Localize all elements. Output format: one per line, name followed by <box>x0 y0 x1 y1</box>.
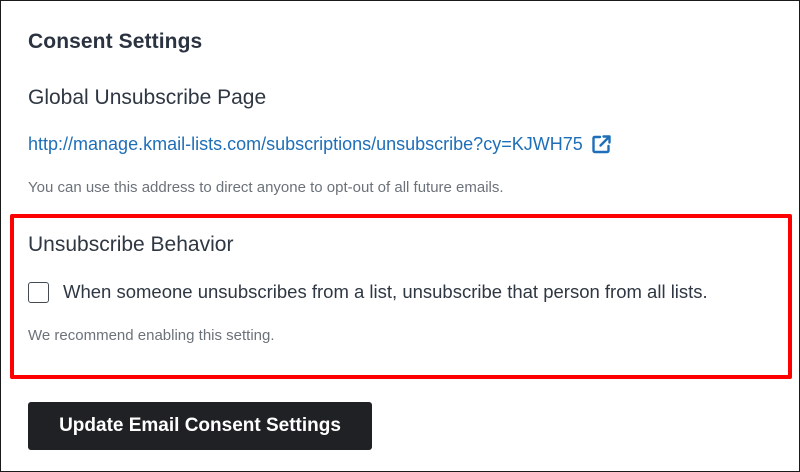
unsubscribe-behavior-help-text: We recommend enabling this setting. <box>28 327 275 344</box>
unsubscribe-all-label[interactable]: When someone unsubscribes from a list, u… <box>63 281 708 303</box>
section-title: Consent Settings <box>28 30 203 53</box>
global-unsubscribe-heading: Global Unsubscribe Page <box>28 86 267 109</box>
unsubscribe-page-link[interactable]: http://manage.kmail-lists.com/subscripti… <box>28 134 583 155</box>
unsubscribe-link-help-text: You can use this address to direct anyon… <box>28 179 504 196</box>
unsubscribe-behavior-heading: Unsubscribe Behavior <box>28 233 234 256</box>
unsubscribe-all-option: When someone unsubscribes from a list, u… <box>28 281 708 303</box>
unsubscribe-link-row: http://manage.kmail-lists.com/subscripti… <box>28 134 612 155</box>
update-consent-settings-button[interactable]: Update Email Consent Settings <box>28 402 372 450</box>
consent-settings-panel: Consent Settings Global Unsubscribe Page… <box>0 0 800 472</box>
external-link-icon[interactable] <box>591 134 612 155</box>
unsubscribe-all-checkbox[interactable] <box>28 281 49 303</box>
